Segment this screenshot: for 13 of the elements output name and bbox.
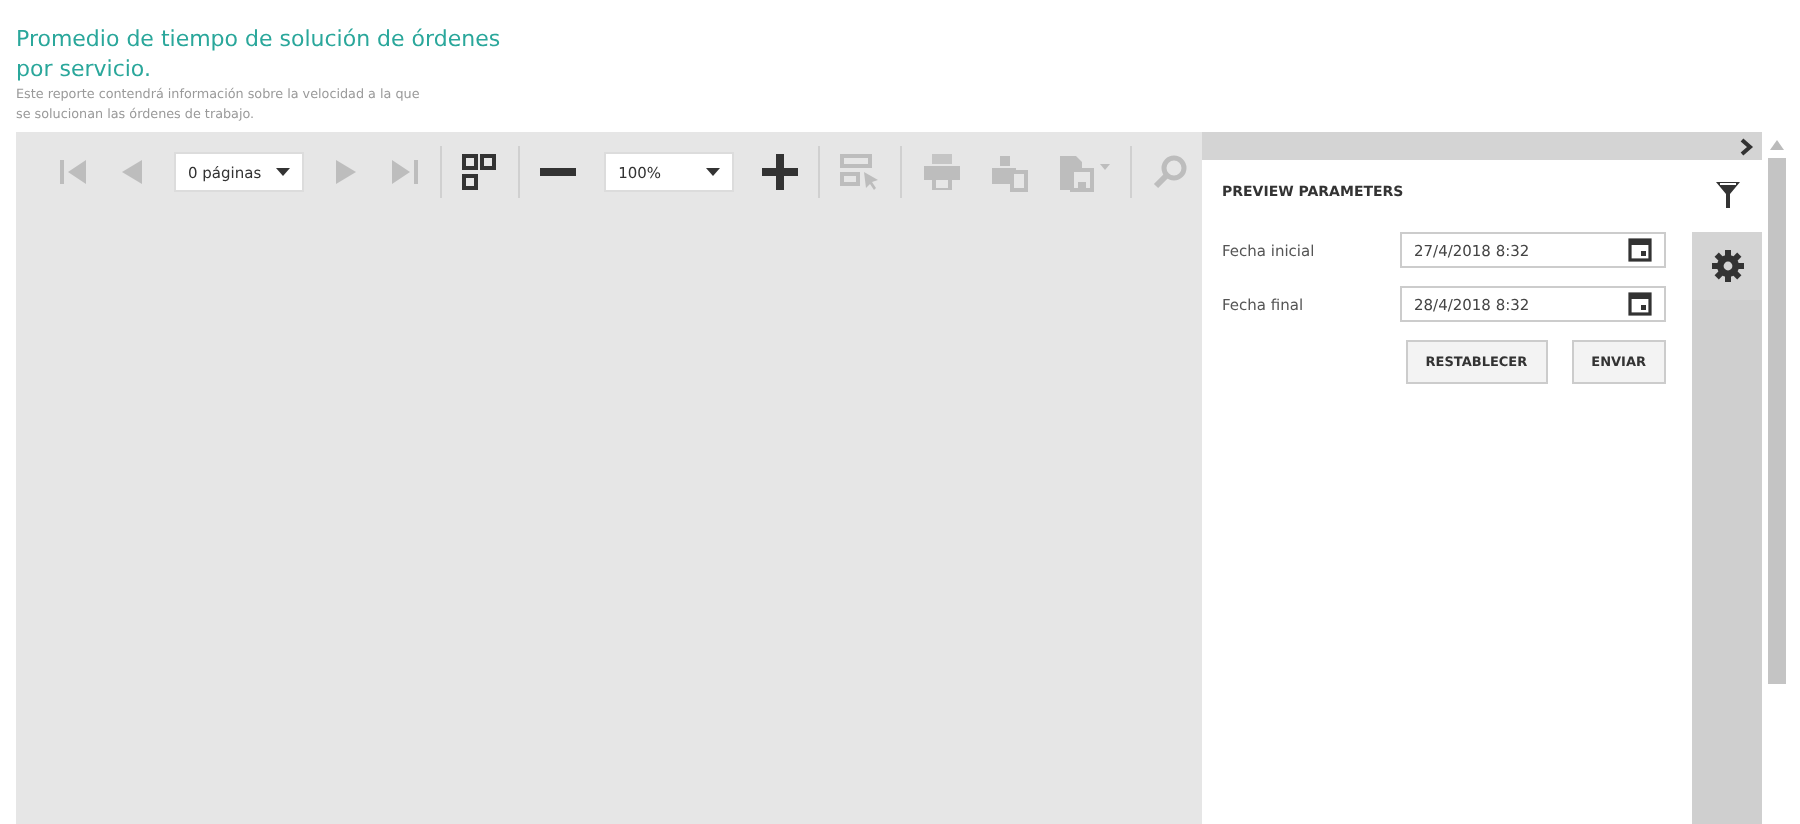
collapse-button[interactable] — [1738, 137, 1754, 155]
side-tab[interactable] — [1692, 232, 1762, 300]
filter-icon — [1713, 180, 1741, 210]
multipage-icon[interactable] — [462, 154, 499, 190]
settings-icon — [1711, 250, 1743, 282]
caret-icon — [706, 168, 721, 176]
plus-icon[interactable] — [762, 154, 799, 190]
minus-icon[interactable] — [540, 168, 577, 176]
calendar-icon[interactable] — [1628, 238, 1652, 262]
calendar-icon[interactable] — [1628, 292, 1652, 316]
scroll-up-arrow-icon[interactable] — [1769, 140, 1783, 150]
caret-icon — [276, 168, 291, 176]
report-title: Promedio de tiempo de solución de órdenes por servicio. — [16, 24, 503, 84]
